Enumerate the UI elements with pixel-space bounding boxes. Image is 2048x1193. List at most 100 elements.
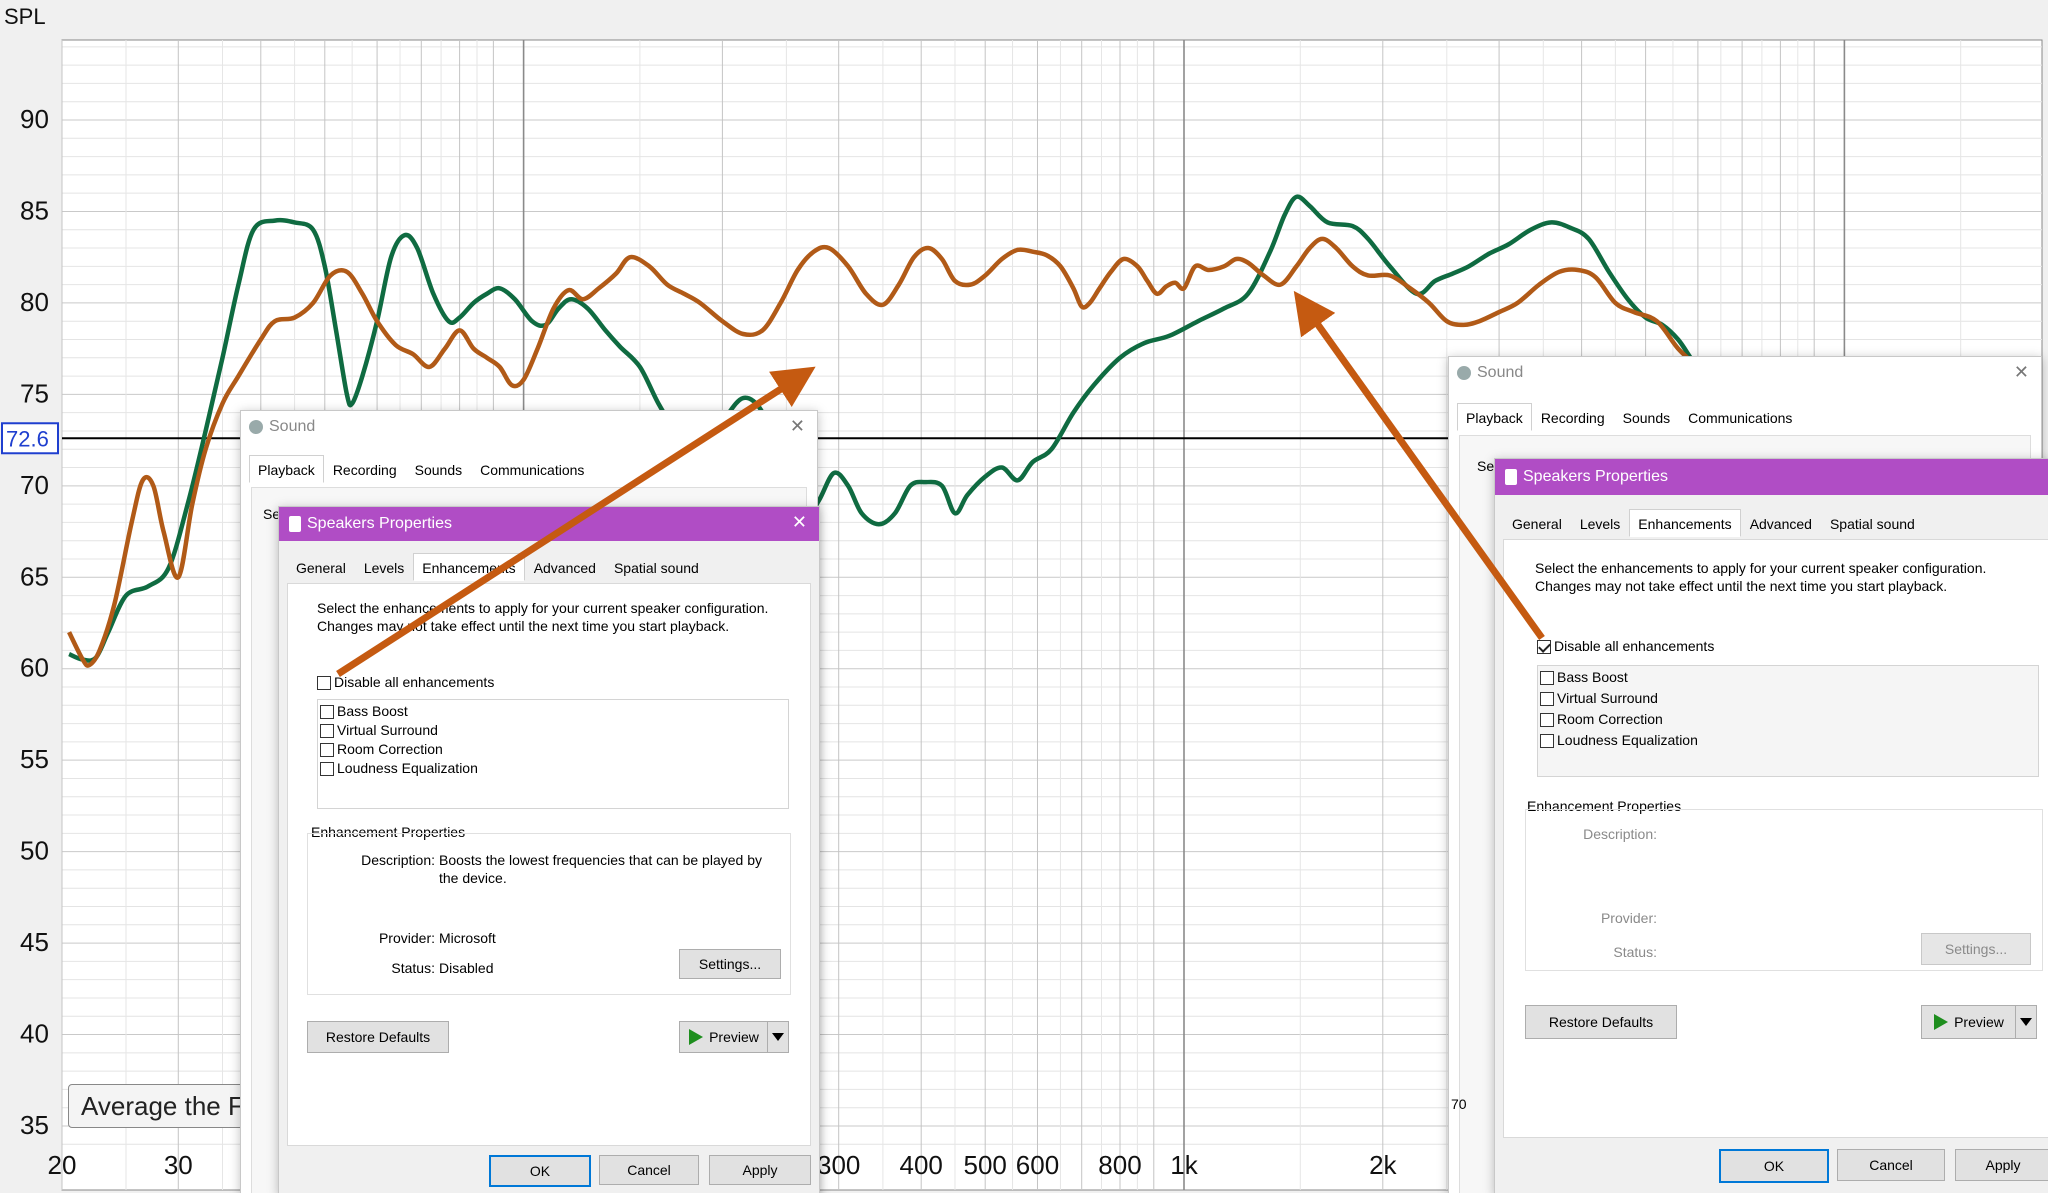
speaker-icon: [289, 516, 301, 532]
speaker-icon: [1457, 366, 1471, 380]
ok-button[interactable]: OK: [1719, 1149, 1829, 1183]
list-item-label: Room Correction: [337, 741, 443, 757]
speaker-icon: [249, 420, 263, 434]
tab-enhancements[interactable]: Enhancements: [413, 553, 525, 581]
y-tick-label: 90: [20, 104, 49, 134]
tab-levels[interactable]: Levels: [1571, 509, 1629, 537]
checkbox[interactable]: [320, 743, 334, 758]
preview-button[interactable]: Preview: [1921, 1005, 2017, 1039]
props-tabs: General Levels Enhancements Advanced Spa…: [287, 553, 708, 581]
x-tick-label: 1k: [1170, 1150, 1198, 1180]
list-item-label: Loudness Equalization: [337, 760, 478, 776]
apply-button[interactable]: Apply: [709, 1155, 811, 1185]
list-item[interactable]: Virtual Surround: [1540, 689, 1658, 707]
apply-button[interactable]: Apply: [1955, 1149, 2048, 1181]
disable-all-row[interactable]: Disable all enhancements: [317, 673, 494, 691]
checkbox[interactable]: [1540, 713, 1554, 728]
restore-defaults-button[interactable]: Restore Defaults: [307, 1021, 449, 1053]
list-item[interactable]: Bass Boost: [1540, 668, 1628, 686]
checkbox[interactable]: [320, 724, 334, 739]
checkbox[interactable]: [1540, 692, 1554, 707]
preview-dropdown[interactable]: [2015, 1005, 2037, 1039]
tab-general[interactable]: General: [1503, 509, 1571, 537]
average-button-label: Average the Fr: [81, 1090, 253, 1121]
sound-titlebar: Sound ✕: [241, 411, 817, 443]
list-item[interactable]: Room Correction: [320, 740, 443, 758]
speakers-properties-left: Speakers Properties ✕ General Levels Enh…: [278, 506, 820, 1193]
disable-all-checkbox[interactable]: [317, 676, 331, 691]
y-tick-label: 65: [20, 561, 49, 591]
tab-advanced[interactable]: Advanced: [525, 553, 605, 581]
speaker-icon: [1505, 469, 1517, 485]
tab-spatial-sound[interactable]: Spatial sound: [1821, 509, 1924, 537]
checkbox[interactable]: [1540, 734, 1554, 749]
tab-sounds[interactable]: Sounds: [1614, 403, 1679, 431]
checkbox[interactable]: [320, 705, 334, 720]
speakers-properties-right: Speakers Properties General Levels Enhan…: [1494, 458, 2048, 1193]
tab-general[interactable]: General: [287, 553, 355, 581]
list-item-label: Virtual Surround: [337, 722, 438, 738]
provider-value: Microsoft: [439, 930, 496, 946]
preview-label: Preview: [1954, 1014, 2004, 1030]
x-tick-label: 2k: [1369, 1150, 1397, 1180]
sound-title: Sound: [269, 418, 316, 435]
tab-communications[interactable]: Communications: [471, 455, 593, 483]
list-item[interactable]: Room Correction: [1540, 710, 1663, 728]
tab-recording[interactable]: Recording: [324, 455, 406, 483]
settings-button[interactable]: Settings...: [679, 949, 781, 979]
tab-playback[interactable]: Playback: [1457, 403, 1532, 431]
checkbox[interactable]: [1540, 671, 1554, 686]
tab-advanced[interactable]: Advanced: [1741, 509, 1821, 537]
y-tick-label: 35: [20, 1110, 49, 1140]
x-tick-label: 800: [1098, 1150, 1141, 1180]
y-tick-label: 50: [20, 836, 49, 866]
tab-enhancements[interactable]: Enhancements: [1629, 509, 1741, 537]
list-item[interactable]: Loudness Equalization: [320, 759, 478, 777]
sound-tabs: Playback Recording Sounds Communications: [249, 455, 593, 483]
list-item[interactable]: Virtual Surround: [320, 721, 438, 739]
y-tick-label: 40: [20, 1019, 49, 1049]
tab-levels[interactable]: Levels: [355, 553, 413, 581]
description-label: Description:: [361, 852, 435, 868]
cancel-button[interactable]: Cancel: [599, 1155, 699, 1185]
list-item[interactable]: Loudness Equalization: [1540, 731, 1698, 749]
tab-playback[interactable]: Playback: [249, 455, 324, 483]
disable-all-row[interactable]: Disable all enhancements: [1537, 637, 1714, 655]
settings-button[interactable]: Settings...: [1921, 933, 2031, 965]
cursor-value: 72.6: [6, 426, 49, 451]
sound-tabs: Playback Recording Sounds Communications: [1457, 403, 1801, 431]
y-tick-label: 45: [20, 927, 49, 957]
list-item-label: Bass Boost: [1557, 669, 1628, 685]
cancel-button[interactable]: Cancel: [1837, 1149, 1945, 1181]
sound-title: Sound: [1477, 364, 1524, 381]
disable-all-label: Disable all enhancements: [334, 674, 495, 690]
x-tick-label: 30: [164, 1150, 193, 1180]
enhancements-list: Bass Boost Virtual Surround Room Correct…: [1537, 665, 2039, 777]
description-label: Description:: [1583, 826, 1657, 842]
tab-communications[interactable]: Communications: [1679, 403, 1801, 431]
status-value: Disabled: [439, 960, 494, 976]
y-tick-label: 75: [20, 378, 49, 408]
restore-defaults-button[interactable]: Restore Defaults: [1525, 1005, 1677, 1039]
checkbox[interactable]: [320, 762, 334, 777]
props-tabs: General Levels Enhancements Advanced Spa…: [1503, 509, 1924, 537]
y-tick-label: 85: [20, 195, 49, 225]
ok-button[interactable]: OK: [489, 1155, 591, 1187]
props-titlebar: Speakers Properties: [1495, 459, 2048, 495]
close-icon[interactable]: ✕: [790, 416, 805, 437]
disable-all-checkbox[interactable]: [1537, 640, 1551, 655]
tab-sounds[interactable]: Sounds: [406, 455, 471, 483]
tab-recording[interactable]: Recording: [1532, 403, 1614, 431]
screenshot-stage: 35 40 45 50 55 60 65 70 75 80 85 90 20 30 300 400 500 60…: [0, 0, 2048, 1193]
list-item-label: Bass Boost: [337, 703, 408, 719]
preview-button[interactable]: Preview: [679, 1021, 769, 1053]
tab-spatial-sound[interactable]: Spatial sound: [605, 553, 708, 581]
x-tick-label: 300: [817, 1150, 860, 1180]
disable-all-label: Disable all enhancements: [1554, 638, 1715, 654]
close-icon[interactable]: ✕: [792, 512, 807, 533]
play-icon: [1934, 1014, 1949, 1030]
list-item[interactable]: Bass Boost: [320, 702, 408, 720]
preview-dropdown[interactable]: [767, 1021, 789, 1053]
status-label: Status:: [1613, 944, 1657, 960]
close-icon[interactable]: ✕: [2014, 362, 2029, 383]
